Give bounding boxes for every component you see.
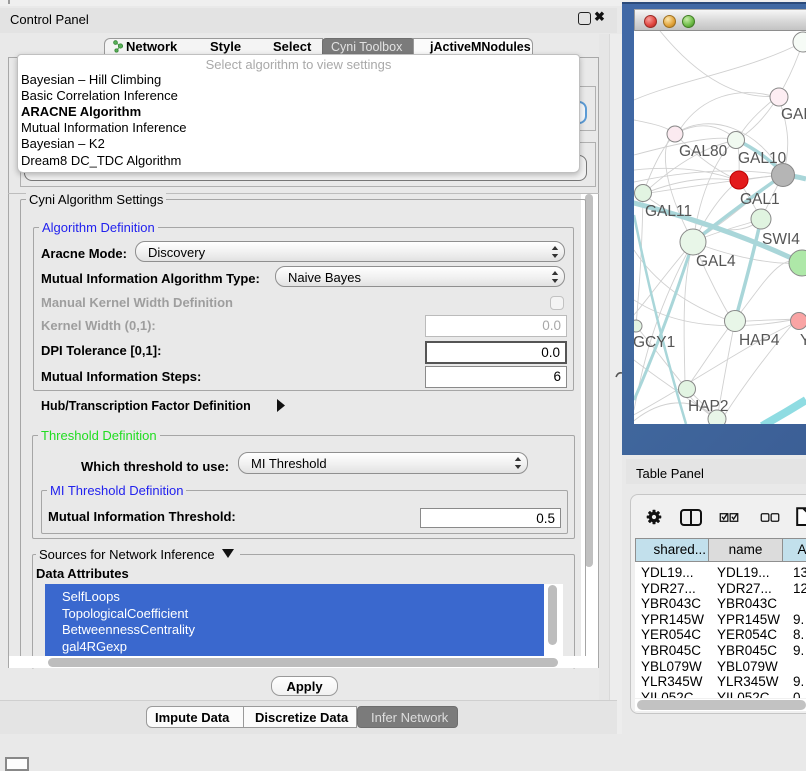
- svg-text:GAL10: GAL10: [738, 150, 787, 167]
- svg-text:GCY1: GCY1: [634, 334, 675, 351]
- svg-text:Y: Y: [800, 332, 806, 349]
- svg-text:GAL4: GAL4: [696, 253, 736, 270]
- svg-text:GAL1: GAL1: [740, 191, 780, 208]
- svg-text:GAL: GAL: [781, 106, 806, 123]
- svg-text:SWI4: SWI4: [762, 231, 800, 248]
- svg-text:GAL11: GAL11: [645, 203, 692, 220]
- svg-text:GAL80: GAL80: [679, 143, 728, 160]
- svg-text:HAP4: HAP4: [739, 332, 780, 349]
- svg-text:HAP2: HAP2: [688, 398, 729, 415]
